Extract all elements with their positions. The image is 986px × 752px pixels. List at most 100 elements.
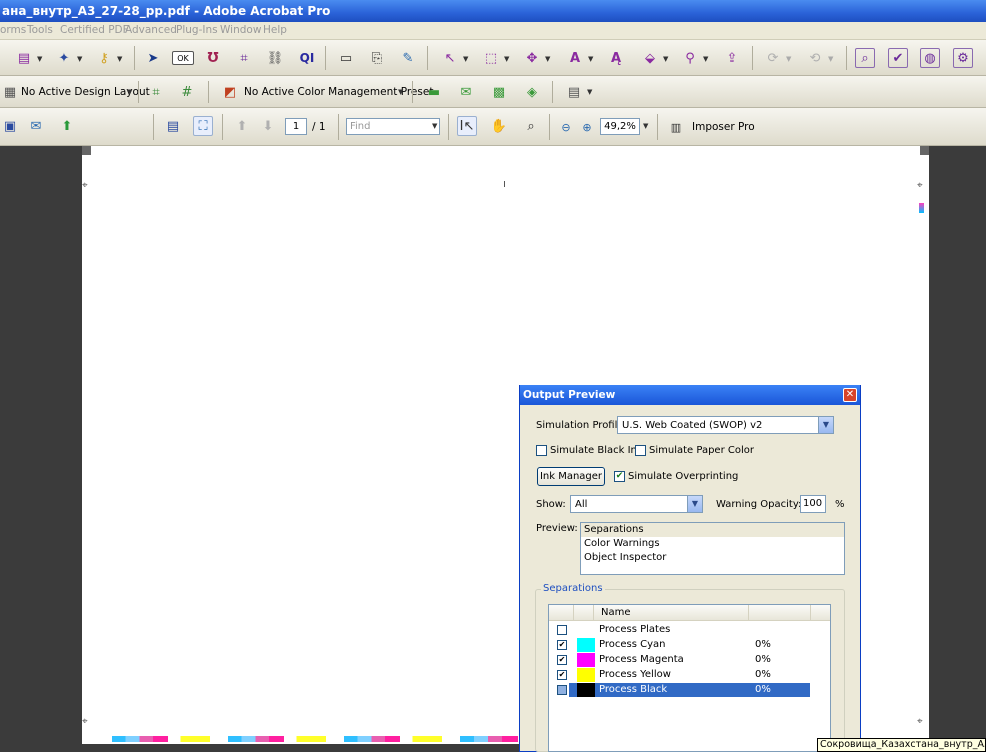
move-icon[interactable]: ✥ — [522, 48, 542, 68]
globe-icon[interactable]: ◍ — [920, 48, 940, 68]
zoom-in-icon[interactable]: ⊕ — [577, 117, 597, 137]
separation-checkbox[interactable]: ✔ — [557, 640, 567, 650]
show-value: All — [575, 499, 588, 510]
simulate-overprinting-label: Simulate Overprinting — [628, 471, 739, 482]
table-row[interactable]: ✔ Process Magenta 0% — [549, 653, 830, 667]
separation-name: Process Plates — [599, 624, 671, 635]
color-bar — [112, 736, 210, 742]
simulate-black-ink-label: Simulate Black Ink — [550, 445, 643, 456]
color-swatch — [577, 638, 595, 652]
preflight-icon[interactable]: ⌕ — [855, 48, 875, 68]
link-icon[interactable]: ⛓ — [265, 48, 285, 68]
menu-forms[interactable]: orms — [0, 24, 26, 36]
pattern-icon[interactable]: ▩ — [489, 82, 509, 102]
rotate-icon[interactable]: ⟳ — [763, 48, 783, 68]
text-select-icon[interactable]: I↖ — [457, 116, 477, 136]
ok-button-icon[interactable]: OK — [172, 51, 194, 65]
separation-checkbox[interactable]: ✔ — [557, 670, 567, 680]
zoom-input[interactable]: 49,2% — [600, 118, 640, 135]
prev-page-icon[interactable]: ⬆ — [232, 116, 252, 136]
separations-table[interactable]: Name Process Plates ✔ Process Cyan 0% ✔ Proce… — [548, 604, 831, 752]
table-row[interactable]: Process Plates — [549, 623, 830, 637]
print-icon[interactable]: ▤ — [163, 116, 183, 136]
hand-icon[interactable]: ✋ — [489, 116, 509, 136]
simulate-overprinting-checkbox[interactable]: ✔ — [614, 471, 625, 482]
show-select[interactable]: All ▼ — [570, 495, 703, 513]
table-row[interactable]: Process Black 0% — [549, 683, 830, 697]
layers-icon[interactable]: ◈ — [522, 82, 542, 102]
simulate-paper-color-checkbox[interactable] — [635, 445, 646, 456]
page-number-input[interactable]: 1 — [285, 118, 307, 135]
fit-page-icon[interactable]: ⛶ — [193, 116, 213, 136]
secure-icon[interactable]: ⚷ — [94, 48, 114, 68]
page-total: / 1 — [312, 121, 326, 133]
preview-item-object-inspector[interactable]: Object Inspector — [581, 551, 844, 565]
next-page-icon[interactable]: ⬇ — [258, 116, 278, 136]
comment-icon[interactable]: ▬ — [424, 82, 444, 102]
pin-icon[interactable]: ⚲ — [680, 48, 700, 68]
zoom-icon[interactable]: ⌕ — [521, 116, 541, 136]
panel-icon[interactable]: ▤ — [564, 82, 584, 102]
preview-item-separations[interactable]: Separations — [581, 523, 844, 537]
upload-icon[interactable]: ⬆ — [57, 116, 77, 136]
chevron-down-icon[interactable]: ▼ — [818, 417, 833, 433]
envelope-icon[interactable]: ✉ — [456, 82, 476, 102]
text-edit-icon[interactable]: Ą — [606, 48, 626, 68]
separations-group-label: Separations — [541, 583, 605, 594]
separation-checkbox[interactable] — [557, 685, 567, 695]
separation-checkbox[interactable]: ✔ — [557, 655, 567, 665]
close-icon[interactable]: ✕ — [843, 388, 857, 402]
crop-icon[interactable]: ⌗ — [234, 48, 254, 68]
preview-list[interactable]: Separations Color Warnings Object Inspec… — [580, 522, 845, 575]
numbering-icon[interactable]: ⎘ — [367, 48, 387, 68]
table-row[interactable]: ✔ Process Cyan 0% — [549, 638, 830, 652]
separation-checkbox[interactable] — [557, 625, 567, 635]
edit-form-icon[interactable]: ✎ — [398, 48, 418, 68]
ink-manager-button[interactable]: Ink Manager — [537, 467, 605, 486]
menu-plug-ins[interactable]: Plug-Ins — [176, 24, 218, 36]
marquee-icon[interactable]: ⬚ — [481, 48, 501, 68]
zoom-out-icon[interactable]: ⊖ — [556, 117, 576, 137]
menu-window[interactable]: Window — [220, 24, 261, 36]
preview-item-color-warnings[interactable]: Color Warnings — [581, 537, 844, 551]
color-preset-dropdown[interactable]: No Active Color Management Preset — [244, 86, 433, 98]
menu-certified-pdf[interactable]: Certified PDF — [60, 24, 129, 36]
find-input[interactable]: Find — [346, 118, 440, 135]
magnet-icon[interactable]: Ʊ — [203, 48, 223, 68]
rotate-alt-icon[interactable]: ⟲ — [805, 48, 825, 68]
chevron-down-icon[interactable]: ▼ — [687, 496, 702, 512]
percent-label: % — [835, 499, 845, 510]
menu-advanced[interactable]: Advanced — [125, 24, 177, 36]
forms-icon[interactable]: ▤ — [14, 48, 34, 68]
menu-help[interactable]: Help — [263, 24, 287, 36]
object-select-icon[interactable]: ↖ — [440, 48, 460, 68]
table-row[interactable]: ✔ Process Yellow 0% — [549, 668, 830, 682]
export-icon[interactable]: ⇪ — [722, 48, 742, 68]
qi-icon[interactable]: QI — [297, 48, 317, 68]
add-file-icon[interactable]: ✦ — [54, 48, 74, 68]
form-field-icon[interactable]: ▭ — [336, 48, 356, 68]
save-icon[interactable]: ▣ — [0, 116, 20, 136]
imposer-pro-button[interactable]: Imposer Pro — [692, 121, 755, 133]
grid-icon[interactable]: ⌗ — [146, 82, 166, 102]
email-icon[interactable]: ✉ — [26, 116, 46, 136]
warning-opacity-input[interactable]: 100 — [800, 495, 826, 513]
fill-icon[interactable]: ⬙ — [640, 48, 660, 68]
simulation-profile-select[interactable]: U.S. Web Coated (SWOP) v2 ▼ — [617, 416, 834, 434]
separation-coverage: 0% — [755, 669, 771, 680]
color-management-icon[interactable]: ◩ — [220, 82, 240, 102]
column-name-header[interactable]: Name — [601, 607, 631, 618]
design-layout-icon[interactable]: ▦ — [0, 82, 20, 102]
check-icon[interactable]: ✔ — [888, 48, 908, 68]
imposer-icon[interactable]: ▥ — [666, 117, 686, 137]
simulation-profile-label: Simulation Profile: — [536, 420, 627, 431]
select-arrow-icon[interactable]: ➤ — [143, 48, 163, 68]
settings-icon[interactable]: ⚙ — [953, 48, 973, 68]
guides-icon[interactable]: # — [177, 82, 197, 102]
color-bar — [228, 736, 326, 742]
menu-bar: orms Tools Certified PDF Advanced Plug-I… — [0, 22, 986, 40]
text-tool-icon[interactable]: A — [565, 48, 585, 68]
menu-tools[interactable]: Tools — [27, 24, 53, 36]
separation-name: Process Black — [599, 684, 668, 695]
simulate-black-ink-checkbox[interactable] — [536, 445, 547, 456]
